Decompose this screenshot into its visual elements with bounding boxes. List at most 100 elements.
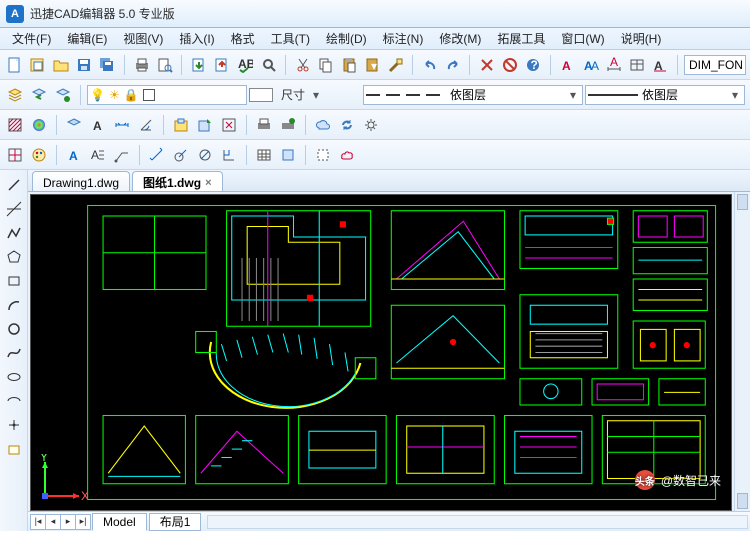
dropdown-icon[interactable]: ▾ (570, 88, 576, 102)
paste-icon[interactable] (339, 54, 360, 76)
xref-icon[interactable] (218, 114, 240, 136)
tab-drawing2[interactable]: 图纸1.dwg × (132, 171, 222, 191)
save-icon[interactable] (74, 54, 95, 76)
menu-draw[interactable]: 绘制(D) (318, 28, 375, 49)
arc-icon[interactable] (3, 294, 25, 316)
dimstyle-field[interactable]: DIM_FON (684, 55, 746, 75)
polyline-icon[interactable] (3, 222, 25, 244)
menu-extend[interactable]: 拓展工具 (489, 28, 553, 49)
text-a-icon[interactable]: A (87, 114, 109, 136)
palette-icon[interactable] (28, 144, 50, 166)
redo-icon[interactable] (442, 54, 463, 76)
lineweight-field[interactable]: 依图层 ▾ (585, 85, 745, 105)
erase-icon[interactable] (476, 54, 497, 76)
dim-diameter-icon[interactable] (194, 144, 216, 166)
dropdown-icon[interactable]: ▾ (732, 88, 738, 102)
dim-angular-icon[interactable] (135, 114, 157, 136)
nav-first-icon[interactable]: |◂ (30, 514, 46, 530)
block-insert-icon[interactable] (3, 438, 25, 460)
nav-last-icon[interactable]: ▸| (75, 514, 91, 530)
point-icon[interactable] (3, 414, 25, 436)
paste-special-icon[interactable]: ▾ (362, 54, 383, 76)
ellipse-icon[interactable] (3, 366, 25, 388)
saveall-icon[interactable] (97, 54, 118, 76)
dim-ordinate-icon[interactable] (218, 144, 240, 166)
tab-model[interactable]: Model (92, 513, 147, 531)
horizontal-scrollbar[interactable] (207, 515, 748, 529)
menu-view[interactable]: 视图(V) (115, 28, 171, 49)
layer-current-field[interactable]: 💡 ☀ 🔒 (87, 85, 247, 105)
tab-drawing1[interactable]: Drawing1.dwg (32, 171, 130, 191)
help-icon[interactable]: ? (523, 54, 544, 76)
polygon-icon[interactable] (3, 246, 25, 268)
menu-insert[interactable]: 插入(I) (171, 28, 222, 49)
xline-icon[interactable] (3, 198, 25, 220)
region-icon[interactable] (277, 144, 299, 166)
block-icon[interactable] (170, 114, 192, 136)
rectangle-icon[interactable] (3, 270, 25, 292)
dim-linear-icon[interactable] (111, 114, 133, 136)
dropdown-icon[interactable]: ▾ (313, 88, 319, 102)
menu-dimension[interactable]: 标注(N) (375, 28, 432, 49)
menu-edit[interactable]: 编辑(E) (59, 28, 115, 49)
dim-aligned-icon[interactable] (146, 144, 168, 166)
menu-tools[interactable]: 工具(T) (263, 28, 318, 49)
layer-freeze-icon[interactable] (63, 114, 85, 136)
import-icon[interactable] (188, 54, 209, 76)
menu-format[interactable]: 格式 (223, 28, 263, 49)
settings-icon[interactable] (360, 114, 382, 136)
open-icon[interactable] (50, 54, 71, 76)
tablestyle-icon[interactable] (627, 54, 648, 76)
print-icon[interactable] (131, 54, 152, 76)
color-swatch[interactable] (249, 88, 273, 102)
insert-block-icon[interactable] (194, 114, 216, 136)
dim-radius-icon[interactable] (170, 144, 192, 166)
layer-states-icon[interactable] (52, 84, 74, 106)
close-icon[interactable]: × (205, 177, 211, 189)
textstyle2-icon[interactable]: AA (580, 54, 601, 76)
textstyle-icon[interactable]: A (557, 54, 578, 76)
vertical-scrollbar[interactable] (734, 192, 750, 511)
spline-icon[interactable] (3, 342, 25, 364)
tab-layout1[interactable]: 布局1 (149, 513, 202, 531)
plot-icon[interactable] (253, 114, 275, 136)
gradient-icon[interactable] (28, 114, 50, 136)
layer-manager-icon[interactable] (4, 84, 26, 106)
spellcheck-icon[interactable]: ABC (235, 54, 256, 76)
match-prop-icon[interactable] (385, 54, 406, 76)
menu-file[interactable]: 文件(F) (4, 28, 59, 49)
circle-icon[interactable] (3, 318, 25, 340)
text-b-icon[interactable]: A (63, 144, 85, 166)
copy-icon[interactable] (315, 54, 336, 76)
undo-icon[interactable] (419, 54, 440, 76)
hatch2-icon[interactable] (4, 144, 26, 166)
layer-prev-icon[interactable] (28, 84, 50, 106)
revision-cloud-icon[interactable] (336, 144, 358, 166)
drawing-canvas[interactable]: X Y 头条 @数智已来 (30, 194, 732, 511)
find-icon[interactable] (258, 54, 279, 76)
menu-window[interactable]: 窗口(W) (553, 28, 612, 49)
dimstyle-icon[interactable]: A (603, 54, 624, 76)
publish-icon[interactable] (277, 114, 299, 136)
leader-icon[interactable] (111, 144, 133, 166)
line-icon[interactable] (3, 174, 25, 196)
template-icon[interactable] (27, 54, 48, 76)
mtext-icon[interactable]: A (87, 144, 109, 166)
linetype-field[interactable]: 依图层 ▾ (363, 85, 583, 105)
ellipse-arc-icon[interactable] (3, 390, 25, 412)
menu-modify[interactable]: 修改(M) (431, 28, 489, 49)
new-icon[interactable] (4, 54, 25, 76)
cut-icon[interactable] (292, 54, 313, 76)
nav-next-icon[interactable]: ▸ (60, 514, 76, 530)
export-icon[interactable] (212, 54, 233, 76)
cancel-icon[interactable] (500, 54, 521, 76)
wipeout-icon[interactable] (312, 144, 334, 166)
print-preview-icon[interactable] (154, 54, 175, 76)
mlstyle-icon[interactable]: A (650, 54, 671, 76)
cloud-icon[interactable] (312, 114, 334, 136)
table-icon[interactable] (253, 144, 275, 166)
menu-help[interactable]: 说明(H) (613, 28, 670, 49)
nav-prev-icon[interactable]: ◂ (45, 514, 61, 530)
sync-icon[interactable] (336, 114, 358, 136)
hatch-icon[interactable] (4, 114, 26, 136)
